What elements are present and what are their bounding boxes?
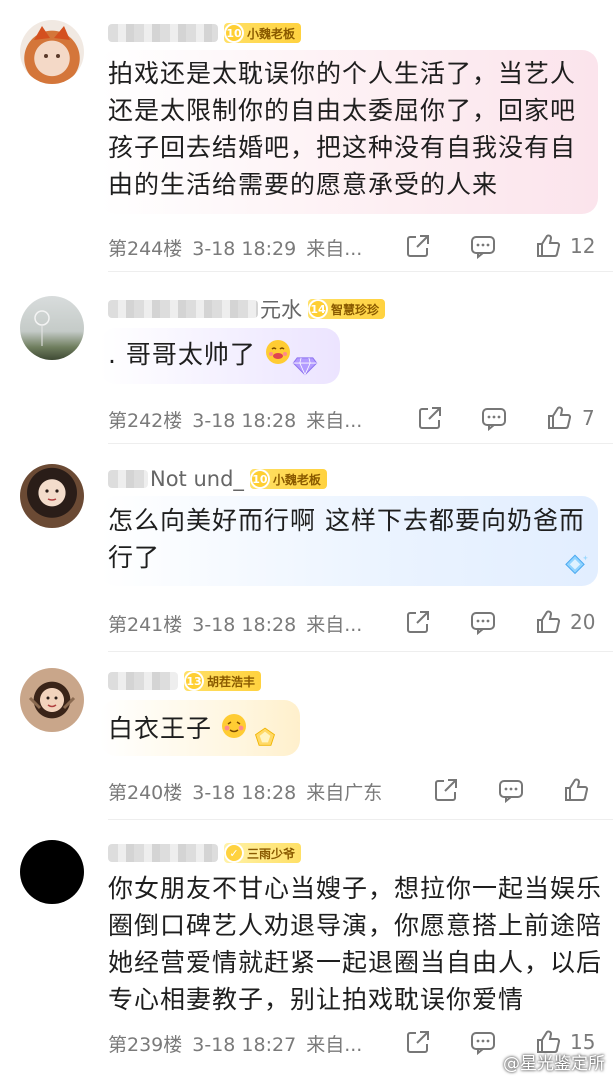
- username-row[interactable]: 13 胡茬浩丰: [108, 668, 262, 694]
- diamond-decoration-icon: [292, 352, 332, 386]
- badge-label: 小魏老板: [272, 472, 321, 487]
- floor-number: 第244楼: [108, 238, 183, 260]
- avatar[interactable]: [20, 464, 84, 528]
- comment-icon[interactable]: [470, 609, 496, 636]
- badge-level: 14: [308, 299, 328, 319]
- post-location: 来自...: [306, 614, 363, 636]
- comment-line: 孩子回去结婚吧，把这种没有自我没有自: [108, 133, 577, 162]
- username-row[interactable]: 10 小魏老板: [108, 20, 302, 46]
- post-location: 来自...: [306, 410, 363, 432]
- comment-icon[interactable]: [498, 777, 524, 804]
- comment-line: 行了: [108, 543, 161, 572]
- comment-239: ✓ 三雨少爷 你女朋友不甘心当嫂子，想拉你一起当娱乐 圈倒口碑艺人劝退导演，你愿意…: [0, 820, 613, 1080]
- post-location: 来自广东: [306, 782, 383, 804]
- share-icon[interactable]: [417, 405, 443, 431]
- weibo-logo-icon: [477, 1053, 498, 1074]
- post-time: 3-18 18:28: [192, 782, 297, 804]
- comment-meta: 第242楼 3-18 18:28 来自...: [108, 406, 372, 433]
- drooling-emoji-icon: [265, 338, 291, 375]
- badge-level: 10: [224, 23, 244, 43]
- username-row[interactable]: Not und_ 10 小魏老板: [108, 466, 327, 492]
- floor-number: 第241楼: [108, 614, 183, 636]
- comment-meta: 第244楼 3-18 18:29 来自...: [108, 234, 372, 261]
- username-blurred: [108, 672, 178, 690]
- fan-badge[interactable]: 10 小魏老板: [249, 469, 327, 489]
- username-suffix: Not und_: [150, 467, 244, 491]
- watermark: @星光鉴定所: [477, 1049, 605, 1075]
- comment-text: 你女朋友不甘心当嫂子，想拉你一起当娱乐 圈倒口碑艺人劝退导演，你愿意搭上前途陪 …: [108, 870, 602, 1018]
- badge-level: 13: [184, 671, 204, 691]
- comment-line: 她经营爱情就赶紧一起退圈当自由人，以后: [108, 948, 603, 977]
- username-row[interactable]: ✓ 三雨少爷: [108, 840, 302, 866]
- comment-line: 还是太限制你的自由太委屈你了，回家吧: [108, 96, 577, 125]
- badge-level: 10: [249, 469, 270, 489]
- badge-label: 三雨少爷: [247, 846, 296, 861]
- avatar[interactable]: [20, 668, 84, 732]
- floor-number: 第242楼: [108, 410, 183, 432]
- like-icon[interactable]: [535, 609, 561, 635]
- comment-line: 拍戏还是太耽误你的个人生活了，当艺人: [108, 59, 577, 88]
- comment-line: 专心相妻教子，别让拍戏耽误你爱情: [108, 985, 525, 1014]
- comment-line: 圈倒口碑艺人劝退导演，你愿意搭上前途陪: [108, 911, 603, 940]
- username-blurred: [108, 470, 148, 488]
- blushing-emoji-icon: [221, 712, 247, 749]
- comment-meta: 第241楼 3-18 18:28 来自...: [108, 610, 372, 637]
- fan-badge[interactable]: ✓ 三雨少爷: [224, 843, 302, 863]
- post-time: 3-18 18:28: [192, 614, 297, 636]
- avatar[interactable]: [20, 296, 84, 360]
- share-icon[interactable]: [433, 777, 459, 803]
- comment-icon[interactable]: [481, 405, 507, 432]
- like-count: 12: [570, 234, 596, 258]
- comment-meta: 第239楼 3-18 18:27 来自...: [108, 1030, 372, 1057]
- like-count: 7: [582, 406, 595, 430]
- post-location: 来自...: [306, 238, 363, 260]
- post-time: 3-18 18:28: [192, 410, 297, 432]
- like-count: 20: [570, 610, 596, 634]
- share-icon[interactable]: [405, 233, 431, 259]
- comment-text: 怎么向美好而行啊 这样下去都要向奶爸而 行了: [108, 502, 585, 576]
- like-icon[interactable]: [546, 405, 572, 431]
- comment-text: 白衣王子: [108, 710, 247, 749]
- avatar[interactable]: [20, 20, 84, 84]
- share-icon[interactable]: [405, 1029, 431, 1055]
- comment-line: 白衣王子: [108, 714, 213, 743]
- comment-line: 怎么向美好而行啊 这样下去都要向奶爸而: [108, 506, 585, 535]
- username-blurred: [108, 24, 218, 42]
- like-icon[interactable]: [563, 777, 589, 803]
- comment-meta: 第240楼 3-18 18:28 来自广东: [108, 778, 392, 805]
- comment-241: Not und_ 10 小魏老板 怎么向美好而行啊 这样下去都要向奶爸而 行了 第…: [0, 444, 613, 652]
- crown-badge-icon: ✓: [224, 843, 244, 863]
- comment-240: 13 胡茬浩丰 白衣王子 第240楼 3-18 18:28 来自广东: [0, 652, 613, 820]
- sparkle-diamond-icon: [562, 552, 602, 590]
- badge-label: 智慧珍珍: [331, 302, 380, 317]
- gold-gem-decoration-icon: [252, 724, 296, 760]
- badge-label: 胡茬浩丰: [207, 674, 256, 689]
- badge-label: 小魏老板: [247, 26, 296, 41]
- fan-badge[interactable]: 14 智慧珍珍: [308, 299, 386, 319]
- floor-number: 第240楼: [108, 782, 183, 804]
- username-suffix: 元水: [260, 298, 302, 322]
- post-time: 3-18 18:27: [192, 1034, 297, 1056]
- post-time: 3-18 18:29: [192, 238, 297, 260]
- comment-244: 10 小魏老板 拍戏还是太耽误你的个人生活了，当艺人 还是太限制你的自由太委屈你了…: [0, 0, 613, 272]
- floor-number: 第239楼: [108, 1034, 183, 1056]
- comment-text: 拍戏还是太耽误你的个人生活了，当艺人 还是太限制你的自由太委屈你了，回家吧 孩子…: [108, 55, 576, 203]
- comment-icon[interactable]: [470, 233, 496, 260]
- username-row[interactable]: 元水 14 智慧珍珍: [108, 296, 386, 322]
- comment-line: 由的生活给需要的愿意承受的人来: [108, 170, 499, 199]
- comment-line: . 哥哥太帅了: [108, 340, 256, 369]
- watermark-text: @星光鉴定所: [503, 1053, 605, 1074]
- like-icon[interactable]: [535, 233, 561, 259]
- fan-badge[interactable]: 13 胡茬浩丰: [184, 671, 262, 691]
- avatar[interactable]: [20, 840, 84, 904]
- comment-line: 你女朋友不甘心当嫂子，想拉你一起当娱乐: [108, 874, 603, 903]
- share-icon[interactable]: [405, 609, 431, 635]
- fan-badge[interactable]: 10 小魏老板: [224, 23, 302, 43]
- username-blurred: [108, 844, 218, 862]
- comment-242: 元水 14 智慧珍珍 . 哥哥太帅了 第242楼 3-18 18:28 来自... 7: [0, 272, 613, 444]
- comment-text: . 哥哥太帅了: [108, 336, 291, 375]
- username-blurred: [108, 300, 258, 318]
- post-location: 来自...: [306, 1034, 363, 1056]
